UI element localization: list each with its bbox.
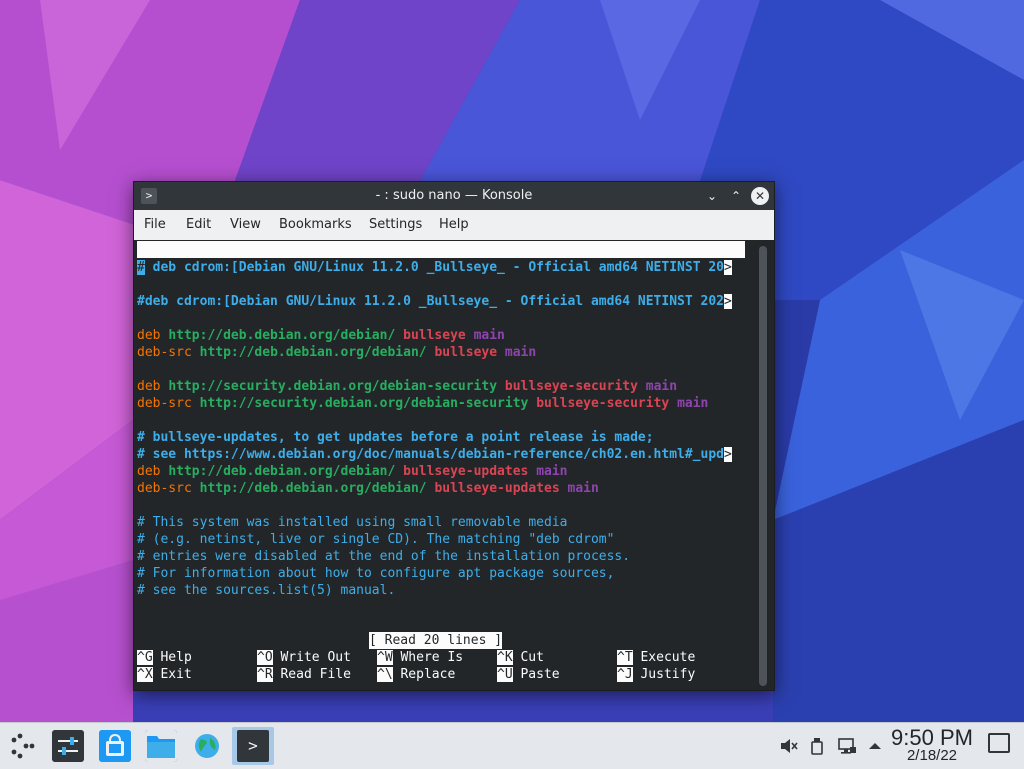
menu-help[interactable]: Help	[435, 210, 473, 240]
editor-line[interactable]: # see https://www.debian.org/doc/manuals…	[137, 446, 732, 463]
shortcut-exit[interactable]: ^X Exit	[137, 666, 192, 683]
taskbar: >	[0, 722, 1024, 769]
shortcut-cut[interactable]: ^K Cut	[497, 649, 544, 666]
chevron-up-icon[interactable]	[864, 735, 886, 757]
system-settings-icon[interactable]	[52, 730, 84, 762]
editor-line[interactable]: deb-src http://deb.debian.org/debian/ bu…	[137, 480, 599, 497]
menu-file[interactable]: File	[140, 210, 170, 240]
editor-line[interactable]: deb http://deb.debian.org/debian/ bullse…	[137, 463, 568, 480]
terminal-scrollbar[interactable]	[759, 246, 767, 686]
nano-status-message: [ Read 20 lines ]	[369, 632, 503, 649]
konsole-window[interactable]: > - : sudo nano — Konsole ⌄ ⌃ ✕ File Edi…	[133, 181, 775, 691]
maximize-icon[interactable]: ⌃	[727, 187, 745, 205]
line-overflow-marker: >	[724, 294, 732, 309]
editor-line[interactable]: # For information about how to configure…	[137, 565, 614, 582]
application-launcher-icon[interactable]	[6, 730, 38, 762]
shortcut-where-is[interactable]: ^W Where Is	[377, 649, 463, 666]
removable-device-icon[interactable]	[806, 735, 828, 757]
window-titlebar[interactable]: > - : sudo nano — Konsole ⌄ ⌃ ✕	[134, 182, 774, 210]
shortcut-paste[interactable]: ^U Paste	[497, 666, 560, 683]
menu-edit[interactable]: Edit	[182, 210, 215, 240]
editor-line[interactable]: deb-src http://security.debian.org/debia…	[137, 395, 708, 412]
shortcut-write-out[interactable]: ^O Write Out	[257, 649, 351, 666]
shortcut-execute[interactable]: ^T Execute	[617, 649, 695, 666]
nano-filename: /etc/apt/sources.list	[378, 276, 543, 291]
close-icon[interactable]: ✕	[751, 187, 769, 205]
line-overflow-marker: >	[724, 447, 732, 462]
editor-line[interactable]: # entries were disabled at the end of th…	[137, 548, 630, 565]
network-icon[interactable]	[836, 735, 858, 757]
text-cursor: #	[137, 260, 145, 275]
folder-icon[interactable]	[145, 730, 177, 762]
menu-bookmarks[interactable]: Bookmarks	[275, 210, 356, 240]
shortcut-help[interactable]: ^G Help	[137, 649, 192, 666]
clock-date[interactable]: 2/18/22	[890, 747, 974, 764]
shortcut-justify[interactable]: ^J Justify	[617, 666, 695, 683]
show-desktop-icon[interactable]	[988, 733, 1010, 753]
editor-line[interactable]: # This system was installed using small …	[137, 514, 567, 531]
terminal-icon: >	[237, 730, 269, 762]
menu-view[interactable]: View	[226, 210, 265, 240]
menu-settings[interactable]: Settings	[365, 210, 426, 240]
discover-store-icon[interactable]	[99, 730, 131, 762]
volume-muted-icon[interactable]	[777, 735, 799, 757]
taskbar-konsole-button[interactable]: >	[232, 727, 274, 765]
menubar: File Edit View Bookmarks Settings Help	[134, 210, 774, 240]
globe-browser-icon[interactable]	[191, 730, 223, 762]
line-overflow-marker: >	[724, 260, 732, 275]
nano-header: GNU nano 5.4 /etc/apt/sources.list	[137, 241, 745, 291]
minimize-icon[interactable]: ⌄	[703, 187, 721, 205]
editor-line[interactable]: # deb cdrom:[Debian GNU/Linux 11.2.0 _Bu…	[137, 259, 732, 276]
editor-line[interactable]: # bullseye-updates, to get updates befor…	[137, 429, 654, 446]
editor-line[interactable]: # see the sources.list(5) manual.	[137, 582, 395, 599]
editor-line[interactable]: deb http://security.debian.org/debian-se…	[137, 378, 677, 395]
editor-line[interactable]: #deb cdrom:[Debian GNU/Linux 11.2.0 _Bul…	[137, 293, 732, 310]
shortcut-read-file[interactable]: ^R Read File	[257, 666, 351, 683]
window-title: - : sudo nano — Konsole	[375, 188, 533, 203]
editor-line[interactable]: deb-src http://deb.debian.org/debian/ bu…	[137, 344, 536, 361]
editor-line[interactable]: deb http://deb.debian.org/debian/ bullse…	[137, 327, 505, 344]
terminal-area[interactable]: GNU nano 5.4 /etc/apt/sources.list # deb…	[134, 240, 774, 690]
editor-line[interactable]: # (e.g. netinst, live or single CD). The…	[137, 531, 614, 548]
scrollbar-thumb[interactable]	[759, 246, 767, 686]
shortcut-replace[interactable]: ^\ Replace	[377, 666, 455, 683]
